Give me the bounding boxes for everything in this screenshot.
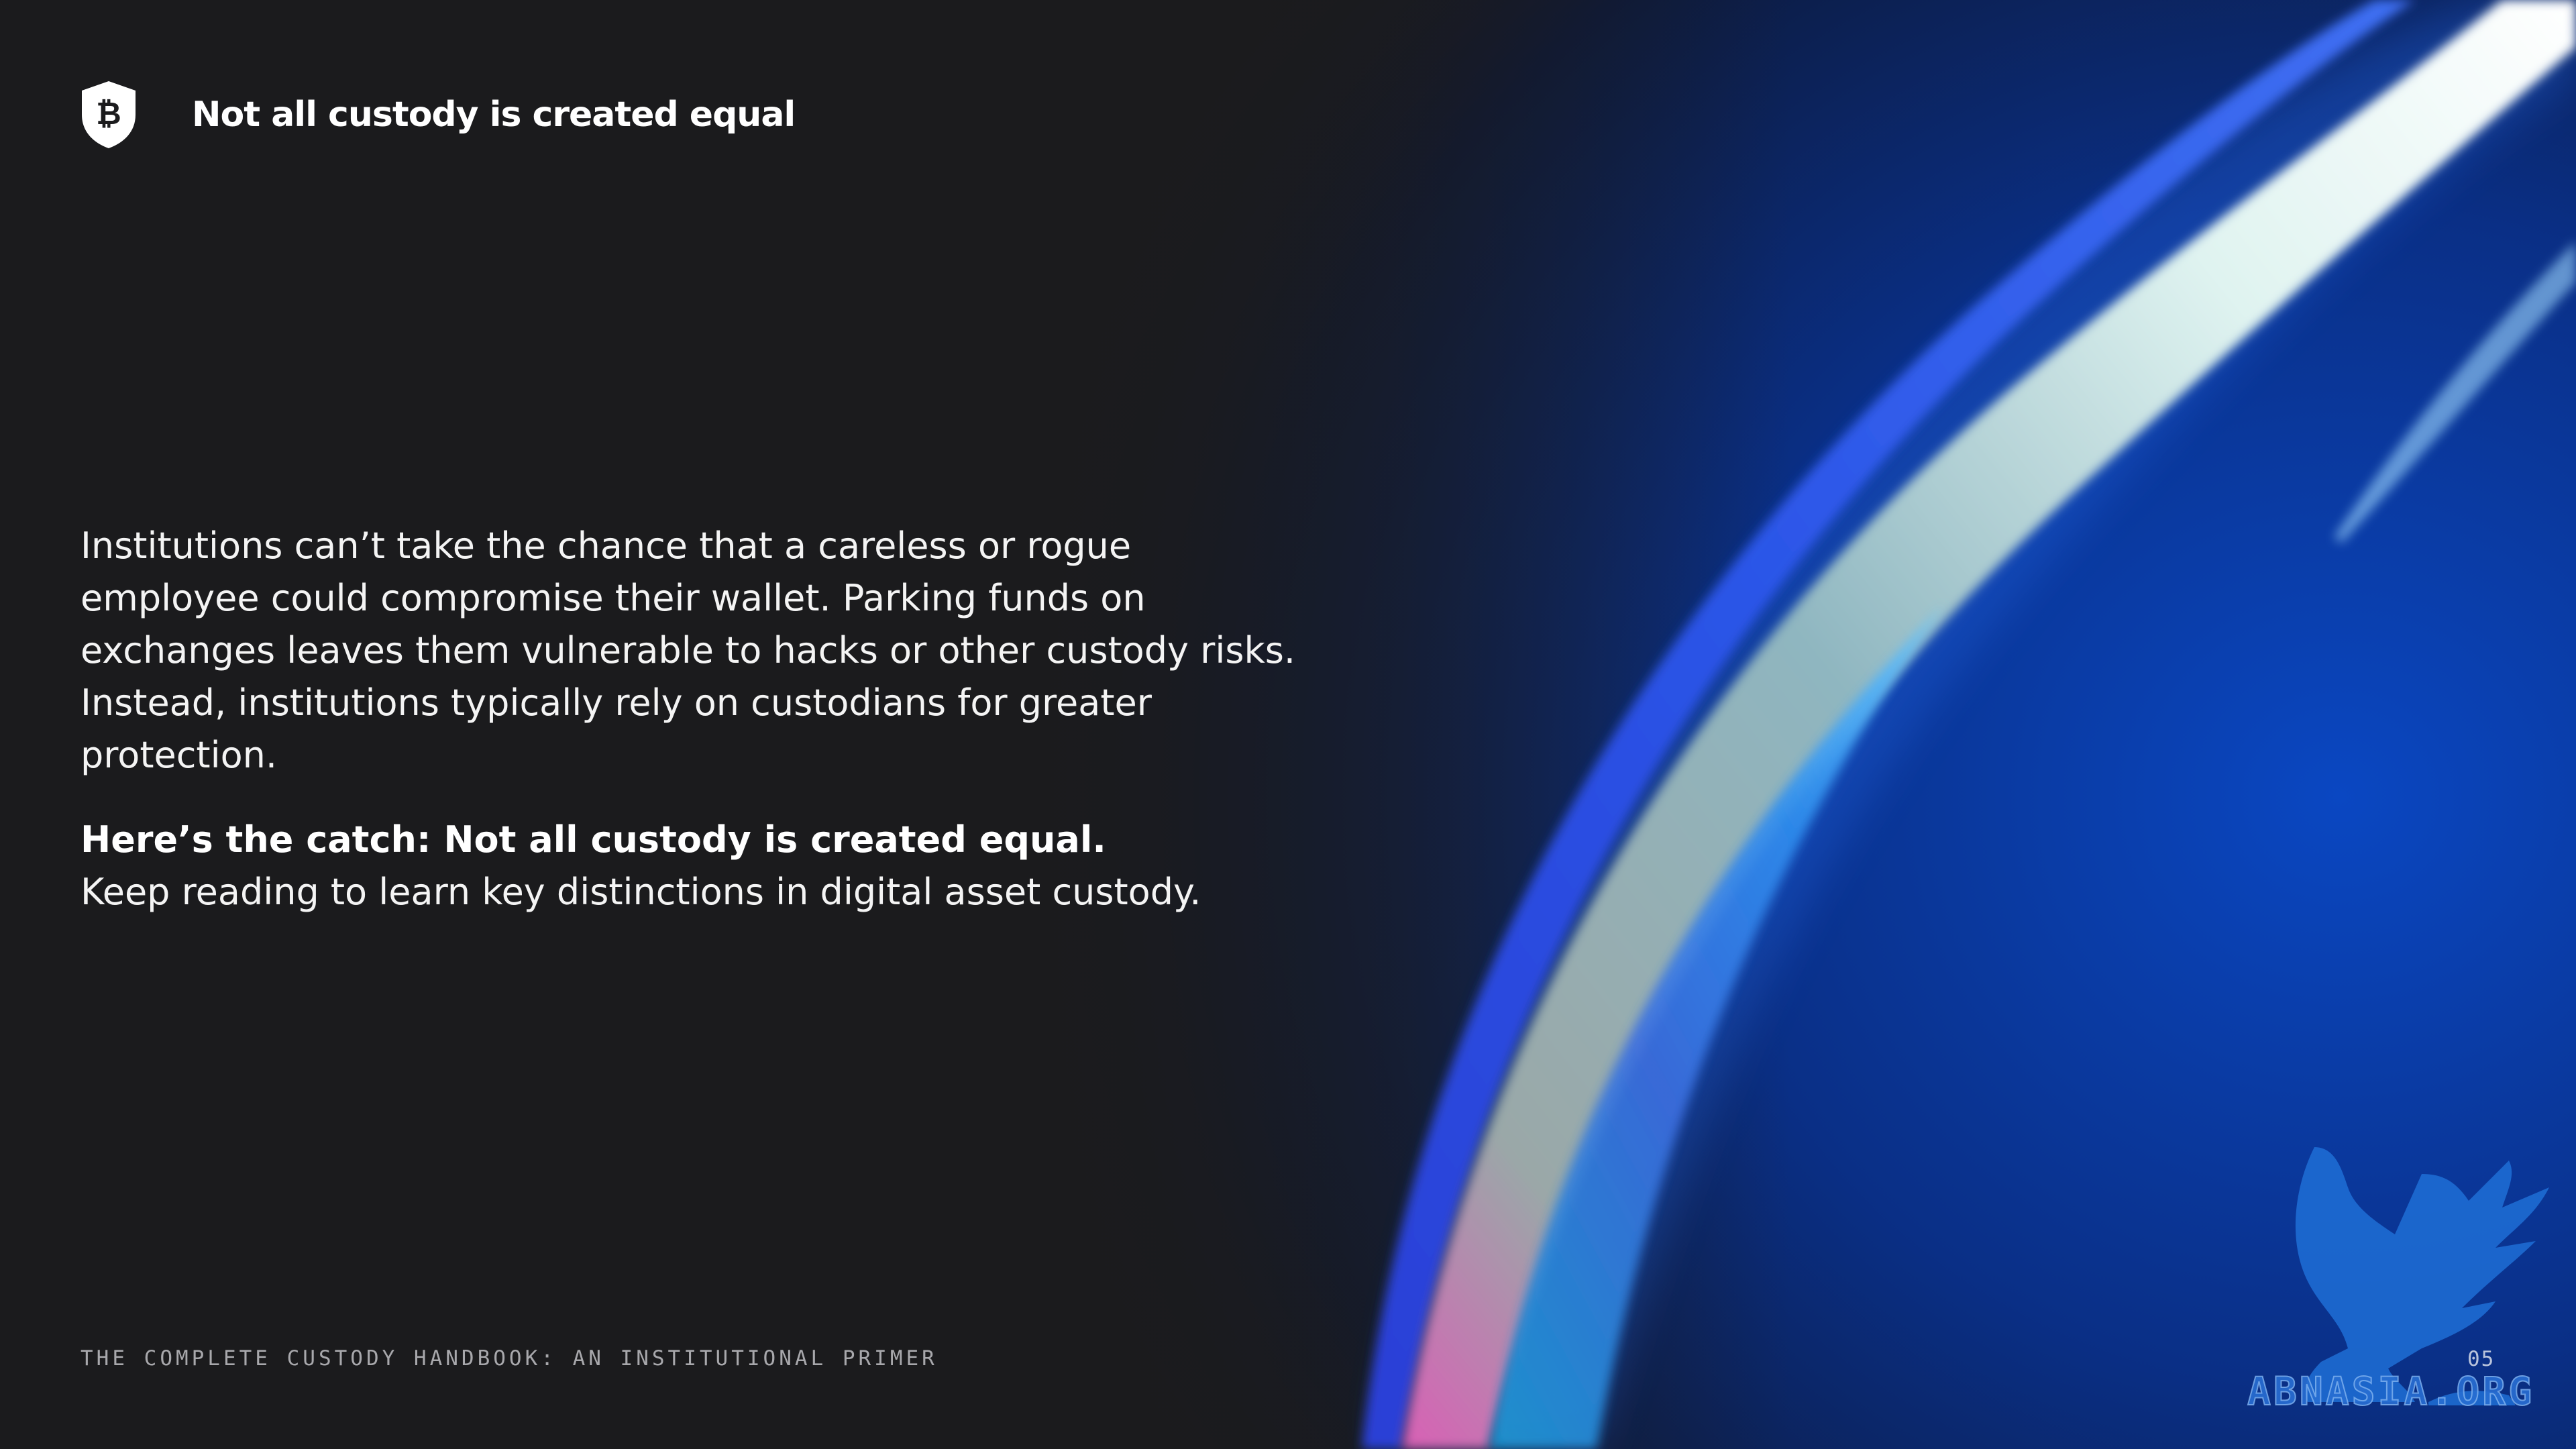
page-title: Not all custody is created equal [192,95,796,135]
slide-header: ₿ Not all custody is created equal [79,79,796,150]
publication-footer: THE COMPLETE CUSTODY HANDBOOK: AN INSTIT… [80,1346,938,1371]
watermark-text: ABNASIA.ORG [2247,1368,2535,1415]
intro-paragraph: Institutions can’t take the chance that … [80,525,1296,776]
catch-line: Here’s the catch: Not all custody is cre… [80,818,1106,861]
svg-text:₿: ₿ [96,95,121,131]
slide: ₿ Not all custody is created equal Insti… [0,0,2576,1449]
closing-line: Keep reading to learn key distinctions i… [80,871,1201,913]
shield-bitcoin-icon: ₿ [82,81,136,148]
body-copy: Institutions can’t take the chance that … [80,520,1301,918]
